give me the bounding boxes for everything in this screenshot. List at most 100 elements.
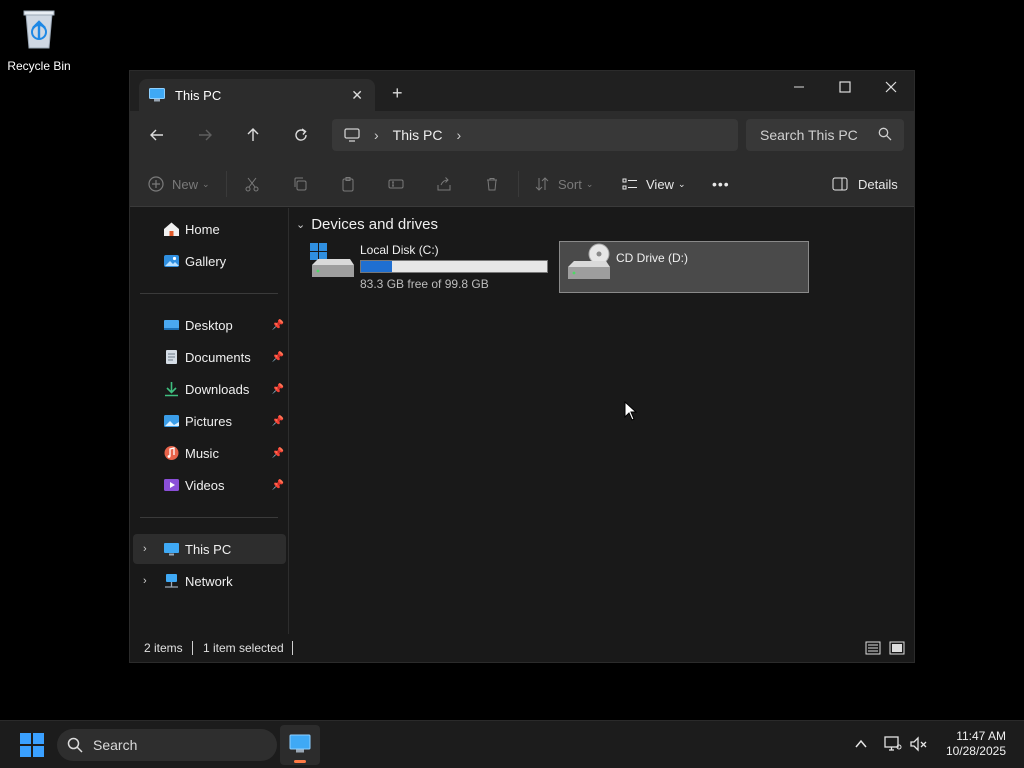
- downloads-icon: [165, 382, 178, 397]
- drive-usage-bar: [360, 260, 548, 273]
- maximize-icon: [839, 81, 851, 93]
- see-more-button[interactable]: •••: [712, 173, 730, 195]
- breadcrumb-chevron-icon[interactable]: ›: [456, 127, 461, 143]
- view-button[interactable]: View ⌄: [622, 173, 686, 195]
- new-button[interactable]: New ⌄: [148, 173, 210, 195]
- cut-button[interactable]: [244, 173, 260, 195]
- back-button[interactable]: [145, 123, 169, 147]
- network-icon: [165, 574, 178, 588]
- drive-item-c[interactable]: Local Disk (C:) 83.3 GB free of 99.8 GB: [308, 241, 550, 293]
- up-button[interactable]: [241, 123, 265, 147]
- file-list-area[interactable]: ⌄ Devices and drives Local Disk (C:) 83.…: [290, 208, 914, 634]
- chevron-up-icon[interactable]: [854, 738, 868, 750]
- minimize-icon: [794, 86, 804, 88]
- sidebar-item-label: Network: [185, 573, 233, 589]
- this-pc-icon: [164, 543, 179, 556]
- new-label: New: [172, 176, 199, 192]
- pin-icon: 📌: [271, 351, 284, 363]
- desktop-folder-icon: [164, 320, 179, 330]
- forward-button[interactable]: [193, 123, 217, 147]
- paste-icon: [342, 177, 354, 192]
- sidebar-item-documents[interactable]: Documents 📌: [133, 342, 286, 372]
- new-tab-button[interactable]: +: [392, 83, 403, 104]
- sidebar-item-label: Desktop: [185, 317, 233, 333]
- details-pane-button[interactable]: Details: [832, 173, 898, 195]
- sidebar-item-videos[interactable]: Videos 📌: [133, 470, 286, 500]
- sidebar-item-music[interactable]: Music 📌: [133, 438, 286, 468]
- mouse-cursor-icon: [624, 401, 638, 421]
- sidebar-item-label: Gallery: [185, 253, 227, 269]
- sidebar-item-label: This PC: [185, 541, 232, 557]
- chevron-down-icon: ⌄: [296, 219, 306, 231]
- sidebar-item-home[interactable]: Home: [133, 214, 286, 244]
- tiles-view-icon[interactable]: [889, 640, 905, 656]
- taskbar-file-explorer[interactable]: [280, 725, 320, 765]
- arrow-left-icon: [150, 129, 163, 141]
- arrow-right-icon: [199, 129, 212, 141]
- share-icon: [437, 177, 451, 191]
- delete-button[interactable]: [484, 173, 500, 195]
- command-bar: New ⌄ Sort ⌄ View ⌄ ••• Details: [130, 159, 914, 207]
- view-list-icon: [622, 178, 637, 190]
- drive-usage-fill: [361, 261, 392, 272]
- cd-drive-icon: [568, 243, 610, 279]
- toolbar-divider: [226, 171, 227, 197]
- details-view-icon[interactable]: [865, 640, 881, 656]
- tab-this-pc[interactable]: This PC ✕: [139, 79, 375, 111]
- system-clock[interactable]: 11:47 AM 10/28/2025: [946, 729, 1006, 759]
- pin-icon: 📌: [271, 383, 284, 395]
- details-label: Details: [858, 176, 898, 192]
- clock-date: 10/28/2025: [945, 744, 1006, 758]
- refresh-icon: [295, 128, 307, 141]
- drive-item-d[interactable]: CD Drive (D:): [559, 241, 809, 293]
- navigation-pane: Home Gallery Desktop 📌 Documents 📌 Downl…: [130, 208, 289, 634]
- maximize-button[interactable]: [822, 71, 868, 103]
- chevron-right-icon[interactable]: ›: [143, 575, 147, 587]
- chevron-right-icon[interactable]: ›: [143, 543, 147, 555]
- group-header-devices[interactable]: ⌄ Devices and drives: [296, 216, 438, 233]
- start-windows-icon[interactable]: [20, 733, 44, 757]
- network-status-icon[interactable]: [884, 736, 902, 752]
- plus-circle-icon: [148, 176, 164, 192]
- home-icon: [164, 222, 179, 236]
- address-bar[interactable]: › This PC ›: [332, 119, 738, 151]
- sidebar-item-gallery[interactable]: Gallery: [133, 246, 286, 276]
- taskbar-search[interactable]: Search: [57, 729, 277, 761]
- selection-count: 1 item selected: [203, 641, 284, 655]
- sort-label: Sort: [558, 176, 582, 192]
- sort-button[interactable]: Sort ⌄: [534, 173, 593, 195]
- sidebar-item-downloads[interactable]: Downloads 📌: [133, 374, 286, 404]
- copy-button[interactable]: [292, 173, 308, 195]
- this-pc-icon: [149, 88, 165, 102]
- rename-icon: [388, 179, 404, 189]
- search-input[interactable]: Search This PC: [746, 119, 904, 151]
- close-window-button[interactable]: [868, 71, 914, 103]
- drive-name: CD Drive (D:): [616, 251, 688, 265]
- refresh-button[interactable]: [289, 123, 313, 147]
- gallery-icon: [164, 255, 179, 267]
- rename-button[interactable]: [388, 173, 404, 195]
- chevron-down-icon: ⌄: [585, 178, 594, 189]
- volume-muted-icon[interactable]: [910, 736, 928, 752]
- drive-free-space: 83.3 GB free of 99.8 GB: [360, 277, 489, 291]
- close-tab-icon[interactable]: ✕: [351, 87, 363, 104]
- sidebar-item-desktop[interactable]: Desktop 📌: [133, 310, 286, 340]
- active-app-indicator: [294, 760, 306, 763]
- breadcrumb-this-pc[interactable]: This PC: [393, 127, 443, 143]
- file-explorer-window: This PC ✕ + › This PC › Search This PC N…: [129, 70, 915, 663]
- paste-button[interactable]: [340, 173, 356, 195]
- recycle-bin-desktop-icon[interactable]: Recycle Bin: [4, 8, 74, 73]
- this-pc-icon: [289, 734, 311, 753]
- pictures-icon: [164, 415, 179, 427]
- sidebar-item-pictures[interactable]: Pictures 📌: [133, 406, 286, 436]
- recycle-bin-icon: [23, 10, 55, 49]
- sidebar-item-label: Pictures: [185, 413, 232, 429]
- pin-icon: 📌: [271, 415, 284, 427]
- sidebar-item-this-pc[interactable]: › This PC: [133, 534, 286, 564]
- trash-icon: [487, 178, 497, 191]
- search-placeholder: Search This PC: [760, 127, 858, 143]
- share-button[interactable]: [436, 173, 452, 195]
- sidebar-item-network[interactable]: › Network: [133, 566, 286, 596]
- minimize-button[interactable]: [776, 71, 822, 103]
- close-icon: [885, 81, 897, 93]
